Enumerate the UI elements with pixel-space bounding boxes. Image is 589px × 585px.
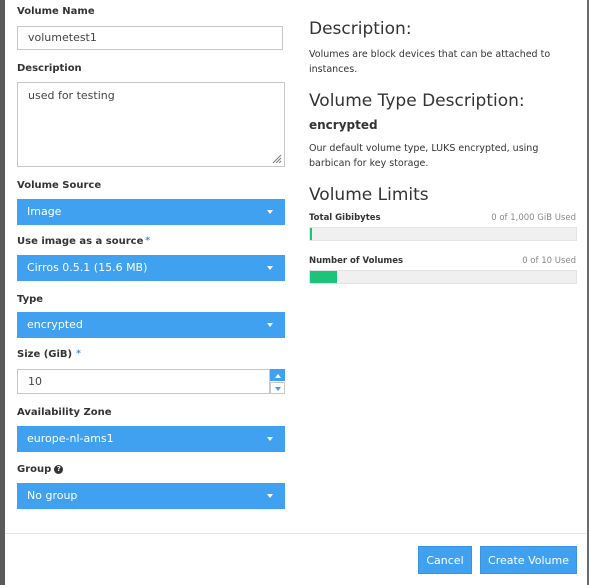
volume-type-heading: Volume Type Description: <box>309 91 525 111</box>
size-input[interactable]: 10 <box>17 369 270 394</box>
volume-source-label: Volume Source <box>17 180 102 191</box>
image-source-label-text: Use image as a source <box>17 236 144 247</box>
arrow-up-icon <box>275 374 281 378</box>
volume-limits-heading: Volume Limits <box>309 185 429 205</box>
create-volume-button[interactable]: Create Volume <box>480 546 577 574</box>
volume-type-name: encrypted <box>309 118 378 132</box>
limit-used-gibibytes: 0 of 1,000 GiB Used <box>491 213 576 223</box>
volume-source-select[interactable]: Image <box>17 199 285 225</box>
chevron-down-icon <box>267 437 273 441</box>
volume-name-label: Volume Name <box>17 6 95 17</box>
help-icon[interactable]: ? <box>54 464 64 474</box>
left-border <box>0 0 5 585</box>
size-label: Size (GiB) * <box>17 349 81 360</box>
chevron-down-icon <box>267 323 273 327</box>
group-label-text: Group <box>17 464 52 475</box>
type-label: Type <box>17 294 44 305</box>
progress-bar-volumes <box>309 270 577 284</box>
chevron-down-icon <box>267 494 273 498</box>
volume-name-input[interactable]: volumetest1 <box>17 26 283 50</box>
image-source-label: Use image as a source * <box>17 236 150 247</box>
chevron-down-icon <box>267 266 273 270</box>
progress-bar-gibibytes <box>309 227 577 241</box>
limit-label-gibibytes: Total Gibibytes <box>309 213 381 223</box>
image-source-select[interactable]: Cirros 0.5.1 (15.6 MB) <box>17 255 285 281</box>
resize-grip-icon[interactable] <box>272 154 282 164</box>
size-label-text: Size (GiB) <box>17 349 73 360</box>
progress-fill-volumes <box>310 271 337 283</box>
description-value: used for testing <box>28 89 115 102</box>
group-label: Group? <box>17 464 64 475</box>
cancel-button[interactable]: Cancel <box>418 546 472 574</box>
chevron-down-icon <box>267 210 273 214</box>
group-value: No group <box>27 489 78 502</box>
volume-source-value: Image <box>27 205 62 218</box>
image-source-value: Cirros 0.5.1 (15.6 MB) <box>27 261 148 274</box>
limit-label-volumes: Number of Volumes <box>309 256 404 266</box>
group-select[interactable]: No group <box>17 483 285 509</box>
type-value: encrypted <box>27 318 83 331</box>
limit-used-volumes: 0 of 10 Used <box>522 256 576 266</box>
footer-divider <box>5 533 587 534</box>
description-text: Volumes are block devices that can be at… <box>309 49 551 75</box>
availability-zone-label: Availability Zone <box>17 407 112 418</box>
availability-zone-value: europe-nl-ams1 <box>27 432 114 445</box>
arrow-down-icon <box>275 387 281 391</box>
availability-zone-select[interactable]: europe-nl-ams1 <box>17 426 285 452</box>
type-select[interactable]: encrypted <box>17 312 285 338</box>
volume-type-text: Our default volume type, LUKS encrypted,… <box>309 143 539 169</box>
required-marker: * <box>76 349 81 359</box>
description-heading: Description: <box>309 19 412 39</box>
required-marker: * <box>145 236 151 246</box>
size-increment-button[interactable] <box>270 369 285 381</box>
description-label: Description <box>17 63 82 74</box>
description-textarea[interactable]: used for testing <box>17 82 285 167</box>
size-decrement-button[interactable] <box>270 382 285 394</box>
progress-fill-gibibytes <box>310 228 313 240</box>
